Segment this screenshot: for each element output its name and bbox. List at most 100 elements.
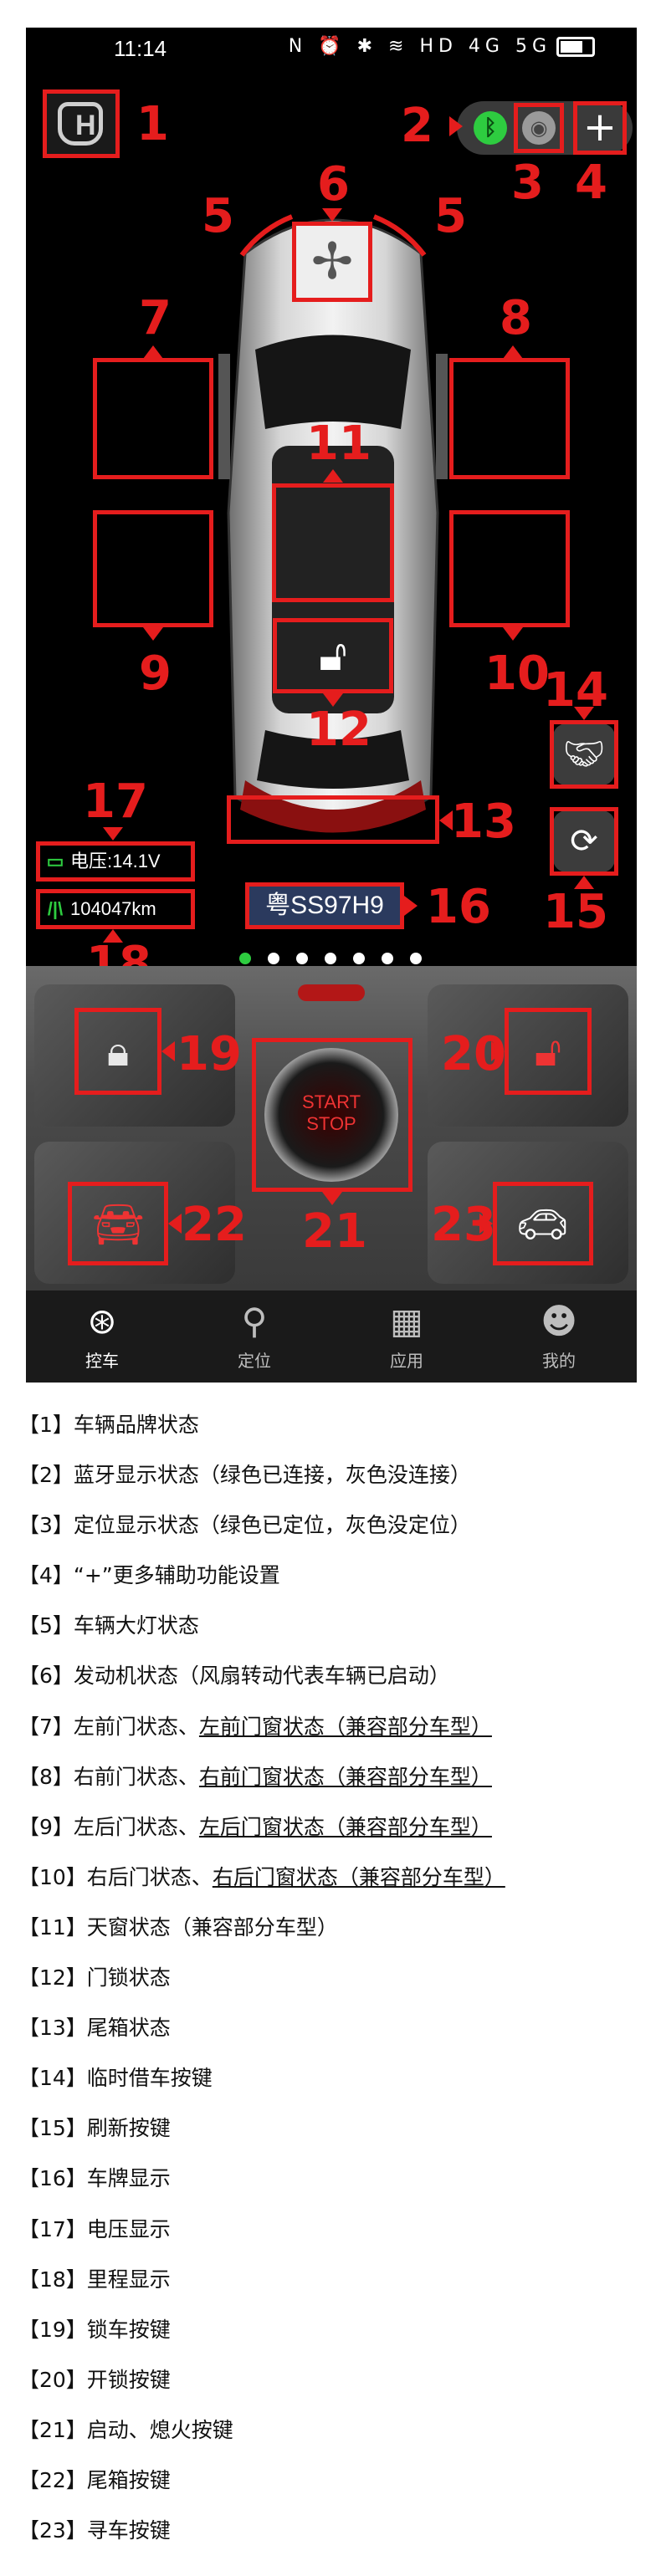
marker-3: 3 xyxy=(511,156,544,210)
license-plate: 粤SS97H9 xyxy=(245,882,404,929)
legend-item: 【4】“+”更多辅助功能设置 xyxy=(18,1563,280,1588)
tab-label: 应用 xyxy=(390,1351,423,1371)
marker-2-arrow xyxy=(449,116,463,136)
legend-item: 【18】里程显示 xyxy=(18,2267,171,2292)
bluetooth-icon[interactable]: ᛒ xyxy=(474,111,507,145)
legend-item: 【2】蓝牙显示状态（绿色已连接，灰色没连接） xyxy=(18,1463,471,1488)
legend-item: 【21】启动、熄火按键 xyxy=(18,2417,233,2442)
marker-10-arrow xyxy=(503,627,523,641)
marker-9: 9 xyxy=(139,647,172,701)
tab-label: 定位 xyxy=(238,1351,271,1371)
battery-icon xyxy=(556,37,595,57)
page-dot[interactable] xyxy=(382,953,393,964)
legend-item: 【22】尾箱按键 xyxy=(18,2467,171,2492)
page-dot[interactable] xyxy=(239,953,251,964)
legend-item: 【8】右前门状态、右前门窗状态（兼容部分车型） xyxy=(18,1764,492,1789)
marker-box-14 xyxy=(550,720,618,789)
tab-label: 控车 xyxy=(85,1351,119,1371)
marker-20: 20 xyxy=(441,1027,506,1081)
marker-21: 21 xyxy=(302,1204,367,1259)
steering-wheel-icon: ⊛ xyxy=(87,1301,117,1342)
trunk-status-box xyxy=(227,795,439,844)
legend-item: 【16】车牌显示 xyxy=(18,2166,171,2191)
voltage-value: 电压:14.1V xyxy=(70,851,161,871)
marker-box-19 xyxy=(74,1008,161,1095)
tab-car-control[interactable]: ⊛ 控车 xyxy=(26,1291,178,1383)
legend-item: 【10】右后门状态、右后门窗状态（兼容部分车型） xyxy=(18,1864,505,1889)
marker-box-22 xyxy=(68,1182,168,1265)
status-icons-text: N ⏰ ✱ ≋ HD 4G 5G xyxy=(288,36,551,57)
legend-item: 【12】门锁状态 xyxy=(18,1965,171,1991)
marker-11: 11 xyxy=(306,417,371,471)
page-dot[interactable] xyxy=(268,953,279,964)
marker-4: 4 xyxy=(575,156,607,210)
marker-14-arrow xyxy=(574,707,594,720)
marker-5-right: 5 xyxy=(434,189,467,243)
marker-13: 13 xyxy=(451,795,516,849)
unlock-status-icon: 🔓︎ xyxy=(319,631,347,681)
mileage-display: /|\ 104047km xyxy=(36,889,195,929)
marker-6: 6 xyxy=(317,157,350,212)
marker-12: 12 xyxy=(306,703,371,757)
tab-bar: ⊛ 控车 ⚲ 定位 ▦ 应用 ☻ 我的 xyxy=(26,1291,637,1383)
marker-15: 15 xyxy=(543,885,608,939)
marker-box-21 xyxy=(252,1038,412,1192)
marker-17: 17 xyxy=(83,774,148,829)
marker-19: 19 xyxy=(177,1027,242,1081)
location-pin-icon: ⚲ xyxy=(241,1301,268,1342)
dash-indicator xyxy=(298,984,365,1001)
marker-8-arrow xyxy=(503,345,523,359)
status-bar: 11:14 N ⏰ ✱ ≋ HD 4G 5G xyxy=(26,28,637,69)
tab-profile[interactable]: ☻ 我的 xyxy=(483,1291,635,1383)
legend-item: 【13】尾箱状态 xyxy=(18,2016,171,2041)
rear-left-door-box xyxy=(93,510,213,627)
marker-box-4 xyxy=(573,101,627,155)
marker-22: 22 xyxy=(182,1198,247,1252)
marker-9-arrow xyxy=(143,627,163,641)
legend-item: 【17】电压显示 xyxy=(18,2216,171,2241)
marker-16: 16 xyxy=(426,880,491,934)
marker-7-arrow xyxy=(143,345,163,359)
person-icon: ☻ xyxy=(541,1301,577,1342)
marker-21-arrow xyxy=(322,1192,342,1205)
rear-right-door-box xyxy=(449,510,570,627)
tab-location[interactable]: ⚲ 定位 xyxy=(178,1291,330,1383)
app-screen: 11:14 N ⏰ ✱ ≋ HD 4G 5G H 1 ᛒ ◉ + 2 3 4 5… xyxy=(26,28,637,1383)
legend-item: 【1】车辆品牌状态 xyxy=(18,1413,199,1437)
legend-item: 【7】左前门状态、左前门窗状态（兼容部分车型） xyxy=(18,1714,492,1739)
marker-23: 23 xyxy=(431,1198,496,1252)
marker-19-arrow xyxy=(161,1041,175,1061)
marker-16-arrow xyxy=(404,896,418,916)
legend-item: 【11】天窗状态（兼容部分车型） xyxy=(18,1914,338,1940)
marker-box-23 xyxy=(493,1182,593,1265)
legend-item: 【6】发动机状态（风扇转动代表车辆已启动） xyxy=(18,1664,450,1689)
voltage-display: ▭ 电压:14.1V xyxy=(36,841,195,882)
marker-5-left: 5 xyxy=(202,189,234,243)
status-icons: N ⏰ ✱ ≋ HD 4G 5G xyxy=(289,36,595,57)
legend-item: 【19】锁车按键 xyxy=(18,2317,171,2342)
legend-item: 【3】定位显示状态（绿色已定位，灰色没定位） xyxy=(18,1513,471,1538)
page-dot[interactable] xyxy=(410,953,422,964)
legend-item: 【14】临时借车按键 xyxy=(18,2066,213,2091)
status-time: 11:14 xyxy=(114,36,167,61)
marker-8: 8 xyxy=(500,291,532,345)
marker-box-1 xyxy=(43,89,120,158)
tab-apps[interactable]: ▦ 应用 xyxy=(330,1291,483,1383)
marker-box-3 xyxy=(514,103,564,153)
front-left-door-box xyxy=(93,358,213,479)
sunroof-box xyxy=(272,483,394,602)
marker-11-arrow xyxy=(323,469,343,483)
marker-10: 10 xyxy=(484,647,550,701)
legend-list: 【1】车辆品牌状态 【2】蓝牙显示状态（绿色已连接，灰色没连接） 【3】定位显示… xyxy=(18,1412,638,2568)
page-dot[interactable] xyxy=(296,953,308,964)
fan-icon: ✢ xyxy=(310,233,354,291)
battery-status-icon: ▭ xyxy=(46,851,64,871)
legend-item: 【9】左后门状态、左后门窗状态（兼容部分车型） xyxy=(18,1814,492,1839)
marker-18-arrow xyxy=(103,929,123,943)
marker-12-arrow xyxy=(323,693,343,707)
marker-7: 7 xyxy=(139,291,172,345)
legend-item: 【5】车辆大灯状态 xyxy=(18,1613,199,1638)
front-right-door-box xyxy=(449,358,570,479)
page-dot[interactable] xyxy=(325,953,336,964)
page-dot[interactable] xyxy=(353,953,365,964)
